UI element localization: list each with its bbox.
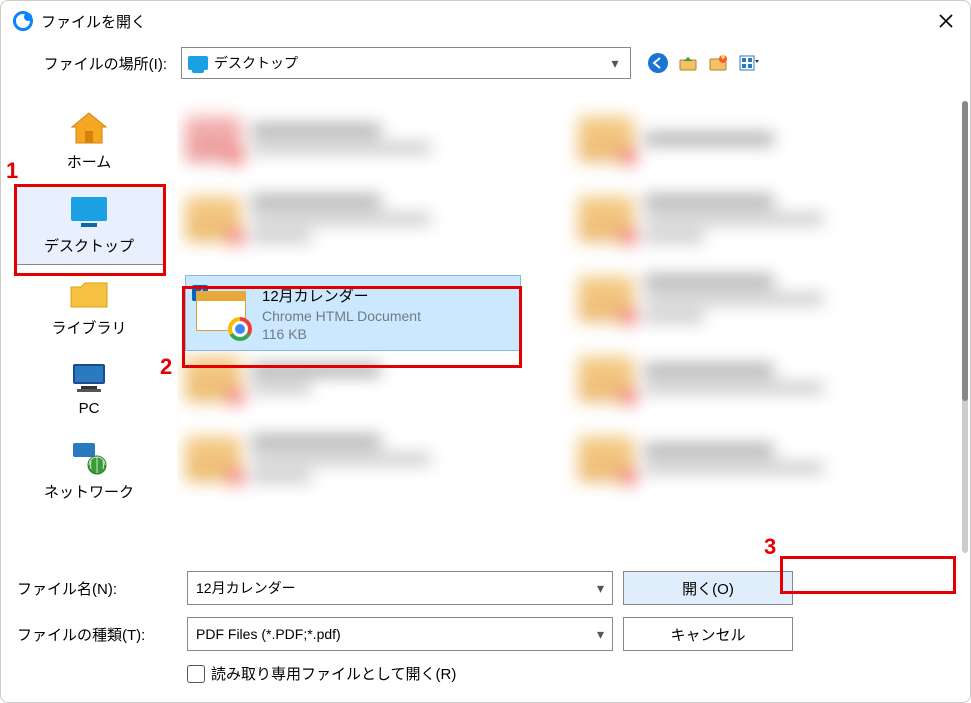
filetype-value: PDF Files (*.PDF;*.pdf) [196,626,597,642]
place-desktop-label: デスクトップ [44,235,134,256]
new-folder-button[interactable] [705,50,731,76]
filetype-combo[interactable]: PDF Files (*.PDF;*.pdf) ▾ [187,617,613,651]
location-combo[interactable]: デスクトップ ▾ [181,47,631,79]
view-grid-icon [737,52,759,74]
place-home-label: ホーム [67,151,112,172]
network-icon [67,439,111,477]
chevron-down-icon: ▾ [597,580,604,597]
desktop-icon [67,193,111,231]
places-bar: ホーム デスクトップ ライブラリ PC ネットワーク [1,89,177,565]
new-folder-icon [707,52,729,74]
titlebar: ファイルを開く [1,1,970,41]
place-pc-label: PC [79,400,100,417]
open-button[interactable]: 開く(O) [623,571,793,605]
chevron-down-icon: ▾ [597,626,604,643]
file-meta: 12月カレンダー Chrome HTML Document 116 KB [262,285,421,342]
scrollbar-thumb[interactable] [962,101,968,401]
filetype-row: ファイルの種類(T): PDF Files (*.PDF;*.pdf) ▾ キャ… [17,617,954,651]
window-title: ファイルを開く [41,11,934,32]
readonly-label: 読み取り専用ファイルとして開く(R) [211,663,456,684]
back-arrow-icon [647,52,669,74]
vertical-scrollbar[interactable] [962,101,968,553]
location-row: ファイルの場所(I): デスクトップ ▾ [1,41,970,89]
file-type: Chrome HTML Document [262,308,421,324]
file-item-selected[interactable]: ✓ 12月カレンダー Chrome HTML Document 116 KB [185,275,521,351]
dialog-body: ホーム デスクトップ ライブラリ PC ネットワーク [1,89,970,565]
up-one-level-button[interactable] [675,50,701,76]
place-library-label: ライブラリ [51,317,126,338]
close-button[interactable] [934,9,958,33]
pc-icon [69,360,109,396]
place-desktop[interactable]: デスクトップ [14,184,164,265]
app-icon [13,11,33,31]
filename-label: ファイル名(N): [17,578,177,599]
readonly-checkbox[interactable] [187,665,205,683]
close-icon [938,13,954,29]
place-pc[interactable]: PC [14,350,164,427]
file-name: 12月カレンダー [262,285,421,306]
back-button[interactable] [645,50,671,76]
filetype-label: ファイルの種類(T): [17,624,177,645]
filename-combo[interactable]: 12月カレンダー ▾ [187,571,613,605]
dialog-footer: ファイル名(N): 12月カレンダー ▾ 開く(O) ファイルの種類(T): P… [1,565,970,702]
chevron-down-icon: ▾ [606,55,624,72]
home-icon [68,109,110,147]
readonly-row[interactable]: 読み取り専用ファイルとして開く(R) [187,663,954,684]
chrome-overlay-icon [228,317,252,341]
view-menu-button[interactable] [735,50,761,76]
nav-toolbar [645,50,761,76]
filename-value: 12月カレンダー [196,578,597,598]
file-size: 116 KB [262,326,421,342]
cancel-button[interactable]: キャンセル [623,617,793,651]
filename-row: ファイル名(N): 12月カレンダー ▾ 開く(O) [17,571,954,605]
file-thumbnail: ✓ [194,287,252,339]
place-network-label: ネットワーク [44,481,134,502]
place-home[interactable]: ホーム [14,99,164,182]
location-value: デスクトップ [214,53,600,73]
library-folder-icon [67,277,111,313]
folder-up-icon [677,52,699,74]
place-network[interactable]: ネットワーク [14,429,164,512]
location-label: ファイルの場所(I): [13,53,173,74]
desktop-icon [188,56,208,70]
place-library[interactable]: ライブラリ [14,267,164,348]
open-file-dialog: ファイルを開く ファイルの場所(I): デスクトップ ▾ [0,0,971,703]
file-list-area[interactable]: ✓ 12月カレンダー Chrome HTML Document 116 KB [177,89,970,565]
